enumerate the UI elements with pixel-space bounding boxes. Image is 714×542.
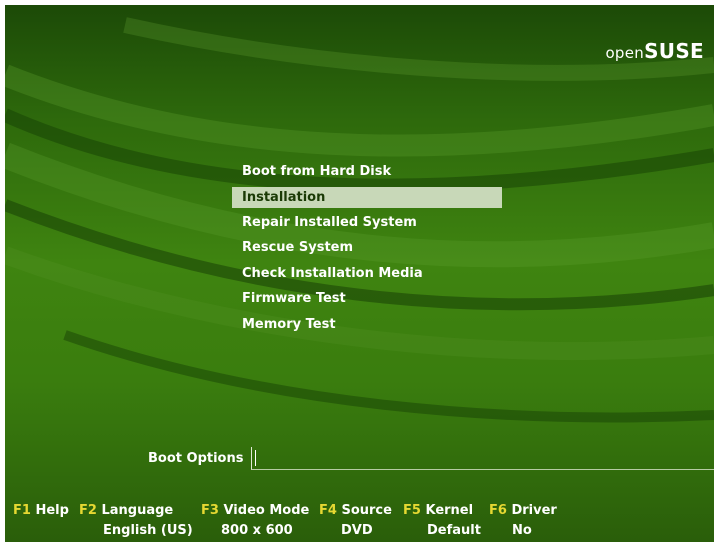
fkey-f3-value: 800 x 600 [221,523,293,538]
boot-options-label: Boot Options [148,450,244,466]
logo-prefix: open [605,44,645,62]
boot-menu: Boot from Hard Disk Installation Repair … [232,159,502,337]
fkey-f5-kernel[interactable]: F5 Kernel Default [403,503,481,538]
fkey-f2-label: Language [101,503,174,518]
menu-item-installation[interactable]: Installation [232,186,502,208]
fkey-f3-label: Video Mode [223,503,310,518]
fkey-f4-label: Source [341,503,392,518]
fkey-f5-value: Default [427,523,481,538]
fkey-f4-source[interactable]: F4 Source DVD [319,503,392,538]
fkey-f1-label: Help [35,503,69,518]
boot-screen: openSUSE Boot from Hard Disk Installatio… [5,5,714,542]
menu-item-boot-from-hard-disk[interactable]: Boot from Hard Disk [232,159,502,185]
menu-item-firmware-test[interactable]: Firmware Test [232,286,502,312]
menu-item-check-installation-media[interactable]: Check Installation Media [232,261,502,287]
fkey-f6-label: Driver [511,503,557,518]
text-cursor [255,449,257,466]
fkey-f5-label: Kernel [425,503,474,518]
fkey-f6-key: F6 [489,503,507,518]
fkey-f1-key: F1 [13,503,31,518]
fkey-f1-help[interactable]: F1 Help [13,503,69,518]
menu-item-rescue-system[interactable]: Rescue System [232,235,502,261]
menu-item-repair-installed-system[interactable]: Repair Installed System [232,210,502,236]
fkey-f2-key: F2 [79,503,97,518]
fkey-f3-key: F3 [201,503,219,518]
fkey-f2-value: English (US) [103,523,193,538]
fkey-f2-language[interactable]: F2 Language English (US) [79,503,193,538]
boot-options-input[interactable] [251,446,714,470]
fkey-f3-video-mode[interactable]: F3 Video Mode 800 x 600 [201,503,310,538]
fkey-f4-value: DVD [341,523,373,538]
fkey-f4-key: F4 [319,503,337,518]
menu-item-memory-test[interactable]: Memory Test [232,312,502,338]
function-key-bar: F1 Help F2 Language English (US) F3 Vide… [5,503,714,542]
boot-options-row: Boot Options [148,446,714,470]
opensuse-logo: openSUSE [605,39,704,63]
logo-brand: SUSE [644,39,704,63]
fkey-f5-key: F5 [403,503,421,518]
fkey-f6-value: No [512,523,532,538]
fkey-f6-driver[interactable]: F6 Driver No [489,503,557,538]
